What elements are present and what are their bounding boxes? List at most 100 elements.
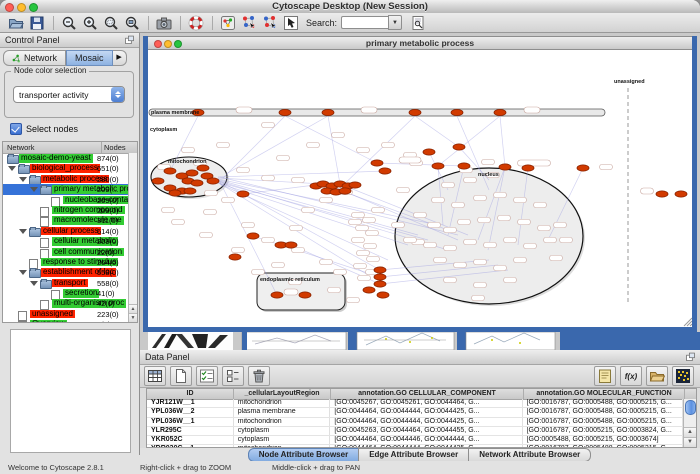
network-node-capsule[interactable] xyxy=(392,222,405,228)
disclosure-triangle-icon[interactable] xyxy=(19,177,27,182)
network-node[interactable] xyxy=(285,242,297,248)
tree-row[interactable]: cellular process614(0) xyxy=(3,226,128,236)
network-node[interactable] xyxy=(374,281,386,287)
network-node[interactable] xyxy=(377,292,389,298)
network-node[interactable] xyxy=(432,163,444,169)
node-color-combo[interactable]: transporter activity xyxy=(13,86,125,103)
table-row[interactable]: YJR121W__1mitochondrion[GO:0045267, GO:0… xyxy=(147,399,683,408)
network-node-capsule[interactable] xyxy=(397,187,410,193)
network-node-capsule[interactable] xyxy=(442,182,455,188)
network-node[interactable] xyxy=(339,188,351,194)
network-node[interactable] xyxy=(423,149,435,155)
tree-row[interactable]: nucleobase-contain209(0) xyxy=(3,195,128,205)
scroll-down-icon[interactable]: ▼ xyxy=(129,313,137,322)
network-node-capsule[interactable] xyxy=(464,239,477,245)
network-node-capsule[interactable] xyxy=(284,289,298,295)
tree-row[interactable]: cell communication22(0) xyxy=(3,247,128,257)
network-node-capsule[interactable] xyxy=(382,142,395,148)
attr-table-button[interactable] xyxy=(144,366,166,386)
network-node-capsule[interactable] xyxy=(217,142,230,148)
network-node-capsule[interactable] xyxy=(482,159,495,165)
zoom-out-button[interactable] xyxy=(59,14,79,32)
network-node-capsule[interactable] xyxy=(478,217,491,223)
tree-row[interactable]: unassigned223(0) xyxy=(3,309,128,319)
network-node[interactable] xyxy=(349,182,361,188)
scroll-down-icon[interactable]: ▼ xyxy=(684,437,696,447)
network-node-capsule[interactable] xyxy=(474,282,487,288)
column-header[interactable]: annotation.GO CELLULAR_COMPONENT xyxy=(331,389,524,399)
network-node-capsule[interactable] xyxy=(399,157,421,163)
network-node-capsule[interactable] xyxy=(514,197,527,203)
network-view-titlebar[interactable]: primary metabolic process xyxy=(148,36,692,50)
network-node-capsule[interactable] xyxy=(307,142,320,148)
network-node-capsule[interactable] xyxy=(204,209,217,215)
select-attributes-button[interactable] xyxy=(196,366,218,386)
network-node-capsule[interactable] xyxy=(372,207,385,213)
network-node-capsule[interactable] xyxy=(504,277,517,283)
network-node-capsule[interactable] xyxy=(641,188,654,194)
vizmap-edit-button[interactable] xyxy=(260,14,280,32)
import-attributes-button[interactable] xyxy=(646,366,668,386)
scrollbar-thumb[interactable] xyxy=(685,400,696,415)
network-node[interactable] xyxy=(152,178,164,184)
network-node[interactable] xyxy=(656,191,668,197)
tree-row[interactable]: multi-organism proc42(0) xyxy=(3,298,128,308)
network-node[interactable] xyxy=(379,168,391,174)
vizmap-new-button[interactable] xyxy=(239,14,259,32)
tree-row[interactable]: response to stimulus264(0) xyxy=(3,257,128,267)
network-node-capsule[interactable] xyxy=(454,262,467,268)
network-node-capsule[interactable] xyxy=(222,197,235,203)
network-node-capsule[interactable] xyxy=(262,122,275,128)
tree-row[interactable]: metabolic process280(0) xyxy=(3,174,128,184)
more-tabs-button[interactable]: ▶ xyxy=(113,50,127,66)
background-art-fragment[interactable] xyxy=(148,332,233,350)
network-node-capsule[interactable] xyxy=(444,245,457,251)
network-node-capsule[interactable] xyxy=(404,237,417,243)
network-node-capsule[interactable] xyxy=(560,237,573,243)
network-node-capsule[interactable] xyxy=(320,197,333,203)
network-node[interactable] xyxy=(184,188,196,194)
tab-network-attribute-browser[interactable]: Network Attribute Browser xyxy=(468,448,591,462)
tree-row[interactable]: secretion41(0) xyxy=(3,288,128,298)
tab-node-attribute-browser[interactable]: Node Attribute Browser xyxy=(248,448,360,462)
tree-row[interactable]: establishment of loc558(0) xyxy=(3,267,128,277)
network-node[interactable] xyxy=(186,170,198,176)
network-node-capsule[interactable] xyxy=(232,247,245,253)
new-attribute-button[interactable] xyxy=(170,366,192,386)
network-node[interactable] xyxy=(164,168,176,174)
network-node-capsule[interactable] xyxy=(205,190,218,196)
network-node-capsule[interactable] xyxy=(504,237,517,243)
background-view-fragment-2[interactable] xyxy=(357,332,454,350)
network-node-capsule[interactable] xyxy=(292,177,305,183)
network-node-capsule[interactable] xyxy=(272,262,285,268)
network-node-capsule[interactable] xyxy=(518,160,551,166)
network-node[interactable] xyxy=(237,191,249,197)
network-node[interactable] xyxy=(191,180,203,186)
network-node-capsule[interactable] xyxy=(550,255,563,261)
tree-row[interactable]: cellular metabolic209(0) xyxy=(3,236,128,246)
network-node-capsule[interactable] xyxy=(277,155,290,161)
zoom-fit-button[interactable] xyxy=(122,14,142,32)
network-node-capsule[interactable] xyxy=(444,227,457,233)
network-node-capsule[interactable] xyxy=(302,207,315,213)
table-scrollbar[interactable]: ▲ ▼ xyxy=(683,399,696,447)
network-node-capsule[interactable] xyxy=(357,250,370,256)
zoom-in-button[interactable] xyxy=(80,14,100,32)
table-row[interactable]: YKR052Ccytoplasm[GO:0044464, GO:0044446,… xyxy=(147,436,683,445)
network-node[interactable] xyxy=(169,190,181,196)
network-node[interactable] xyxy=(374,274,386,280)
network-node[interactable] xyxy=(451,109,463,115)
network-node-capsule[interactable] xyxy=(444,277,457,283)
scroll-up-icon[interactable]: ▲ xyxy=(684,427,696,437)
tab-mosaic[interactable]: Mosaic xyxy=(66,50,113,66)
attribute-notepad-button[interactable] xyxy=(594,366,616,386)
network-node-capsule[interactable] xyxy=(242,222,255,228)
disclosure-triangle-icon[interactable] xyxy=(19,229,27,234)
network-node-capsule[interactable] xyxy=(357,147,370,153)
table-row[interactable]: YLR295Ccytoplasm[GO:0045263, GO:0044464,… xyxy=(147,427,683,436)
network-node-capsule[interactable] xyxy=(434,257,447,263)
network-node[interactable] xyxy=(299,292,311,298)
network-node-capsule[interactable] xyxy=(554,222,567,228)
network-node[interactable] xyxy=(374,267,386,273)
disclosure-triangle-icon[interactable] xyxy=(19,270,27,275)
